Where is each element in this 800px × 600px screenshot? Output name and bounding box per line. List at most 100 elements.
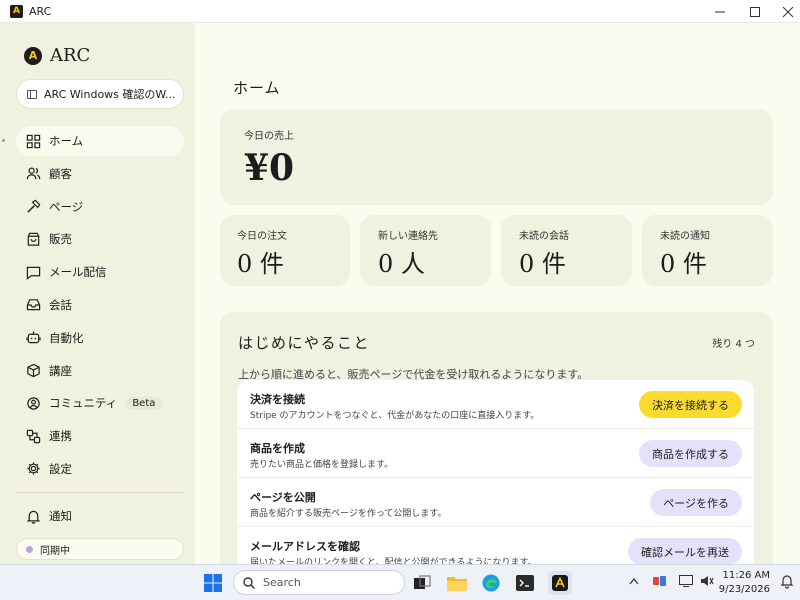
page-title: ホーム xyxy=(233,79,281,97)
step-connect-payment: 決済を接続 Stripe のアカウントをつなぐと、代金があなたの口座に直接入りま… xyxy=(237,380,754,429)
sidebar-panel-icon xyxy=(27,89,37,99)
step-description: Stripe のアカウントをつなぐと、代金があなたの口座に直接入ります。 xyxy=(250,411,540,421)
volume-button[interactable] xyxy=(700,575,714,590)
step-title: 商品を作成 xyxy=(250,442,305,455)
notification-center-button[interactable] xyxy=(780,573,794,592)
taskbar-search[interactable]: Search xyxy=(233,570,405,595)
display-button[interactable] xyxy=(679,575,693,590)
clock-time: 11:26 AM xyxy=(722,570,770,581)
clock-date: 9/23/2026 xyxy=(718,584,770,595)
sidebar-nav: ホーム 顧客 ページ 販売 メール配信 会話 自動化 講座 コミュニティ Bet… xyxy=(2,126,184,487)
bell-icon xyxy=(780,575,794,589)
site-selector-label: ARC Windows 確認のW... xyxy=(44,88,176,101)
sidebar-item-label: 通知 xyxy=(49,509,72,523)
sync-status-label: 同期中 xyxy=(40,545,70,557)
site-selector[interactable]: ARC Windows 確認のW... xyxy=(16,79,184,109)
sidebar-item-automation[interactable]: 自動化 xyxy=(16,323,184,353)
file-explorer-button[interactable] xyxy=(445,571,469,595)
sidebar-item-email[interactable]: メール配信 xyxy=(16,257,184,287)
edge-icon xyxy=(482,574,500,592)
folder-icon xyxy=(447,577,467,591)
window-title: ARC xyxy=(29,4,52,18)
start-button[interactable] xyxy=(201,571,225,595)
bell-icon xyxy=(25,508,41,524)
home-grid-icon xyxy=(25,133,41,149)
clock[interactable]: 11:26 AM 9/23/2026 xyxy=(719,569,770,597)
step-title: メールアドレスを確認 xyxy=(250,540,360,553)
sidebar-item-label: 会話 xyxy=(49,297,72,312)
sidebar-item-conversations[interactable]: 会話 xyxy=(16,290,184,320)
taskbar: Search 11:26 AM 9/23/2026 xyxy=(0,564,800,600)
getting-started-title: はじめにやること xyxy=(238,334,371,352)
arc-logo-icon: A xyxy=(24,46,42,65)
search-icon xyxy=(243,576,255,589)
sales-today-label: 今日の売上 xyxy=(244,131,294,142)
step-title: 決済を接続 xyxy=(250,393,305,406)
step-create-product: 商品を作成 売りたい商品と価格を登録します。 商品を作成する xyxy=(237,429,754,478)
sidebar-item-label: 設定 xyxy=(49,461,72,476)
sidebar-item-courses[interactable]: 講座 xyxy=(16,356,184,386)
terminal-button[interactable] xyxy=(513,571,537,595)
sidebar-item-customers[interactable]: 顧客 xyxy=(16,159,184,189)
sidebar-item-label: コミュニティ xyxy=(49,396,118,411)
stat-card-contacts: 新しい連絡先 0 人 xyxy=(360,215,491,286)
stat-label: 新しい連絡先 xyxy=(378,231,438,242)
sales-today-card: 今日の売上 ¥0 xyxy=(220,109,773,205)
brand[interactable]: A ARC xyxy=(24,45,90,66)
sidebar-item-notifications[interactable]: 通知 xyxy=(16,502,184,530)
sidebar-item-label: 顧客 xyxy=(49,166,72,181)
shopping-bag-icon xyxy=(25,231,41,247)
stat-label: 未読の通知 xyxy=(660,231,710,242)
resend-verification-button[interactable]: 確認メールを再送 xyxy=(628,538,742,564)
maximize-icon xyxy=(750,6,760,17)
volume-icon xyxy=(701,576,714,586)
gear-icon xyxy=(25,461,41,477)
tray-app-button[interactable] xyxy=(653,575,667,590)
link-icon xyxy=(25,428,41,444)
task-view-icon xyxy=(414,575,431,589)
create-product-button[interactable]: 商品を作成する xyxy=(639,440,742,467)
stat-label: 今日の注文 xyxy=(237,231,287,242)
sidebar-item-label: 講座 xyxy=(49,363,72,378)
sidebar-item-label: 販売 xyxy=(49,232,72,247)
stat-card-notifications: 未読の通知 0 件 xyxy=(642,215,773,286)
sidebar-item-label: 自動化 xyxy=(49,330,84,345)
sidebar-divider xyxy=(16,492,184,493)
brand-name: ARC xyxy=(50,45,91,66)
beta-badge: Beta xyxy=(125,396,163,410)
step-verify-email: メールアドレスを確認 届いたメールのリンクを開くと、配信と公開ができるようになり… xyxy=(237,527,754,564)
stat-card-conversations: 未読の会話 0 件 xyxy=(501,215,632,286)
stat-value: 0 件 xyxy=(237,250,284,278)
edge-browser-button[interactable] xyxy=(479,571,503,595)
stat-label: 未読の会話 xyxy=(519,231,569,242)
app-icon: A xyxy=(10,4,23,18)
connect-payment-button[interactable]: 決済を接続する xyxy=(639,391,742,418)
sidebar-item-integrations[interactable]: 連携 xyxy=(16,421,184,451)
sidebar-item-community[interactable]: コミュニティ Beta xyxy=(16,388,184,418)
task-view-button[interactable] xyxy=(410,571,434,595)
sync-dot-icon xyxy=(26,545,33,553)
sidebar-item-label: ページ xyxy=(49,199,84,214)
chevron-up-icon xyxy=(629,578,639,585)
community-icon xyxy=(25,395,41,411)
sidebar-item-home[interactable]: ホーム xyxy=(2,126,184,156)
minimize-icon xyxy=(715,11,725,12)
sidebar: A ARC ARC Windows 確認のW... ホーム 顧客 ページ 販売 … xyxy=(0,23,195,564)
tray-app-icon xyxy=(653,576,666,586)
step-description: 商品を紹介する販売ページを作って公開します。 xyxy=(250,509,447,519)
sidebar-item-sales[interactable]: 販売 xyxy=(16,224,184,254)
sidebar-item-label: メール配信 xyxy=(49,265,107,280)
arc-taskbar-button[interactable] xyxy=(548,571,572,595)
windows-logo-icon xyxy=(204,574,222,592)
stat-value: 0 人 xyxy=(378,250,425,278)
sidebar-item-settings[interactable]: 設定 xyxy=(16,454,184,484)
stat-value: 0 件 xyxy=(519,250,566,278)
close-button[interactable] xyxy=(766,0,800,23)
search-placeholder: Search xyxy=(263,576,301,589)
sidebar-item-pages[interactable]: ページ xyxy=(16,192,184,222)
display-icon xyxy=(679,575,693,587)
terminal-icon xyxy=(516,575,534,591)
create-page-button[interactable]: ページを作る xyxy=(650,489,742,516)
users-icon xyxy=(25,166,41,182)
tray-overflow-button[interactable] xyxy=(629,575,639,588)
